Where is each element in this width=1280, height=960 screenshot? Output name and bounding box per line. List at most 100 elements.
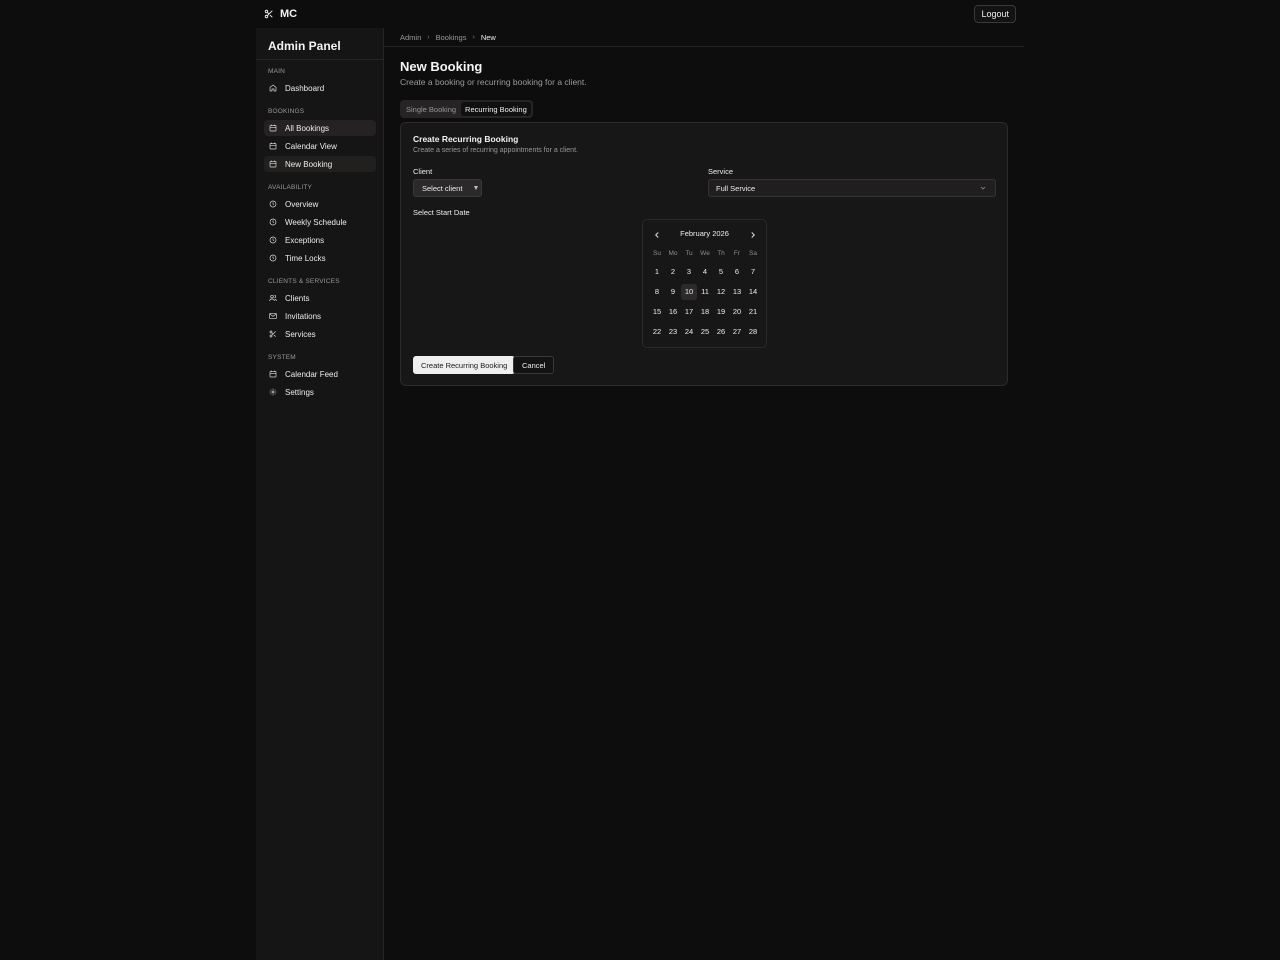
sidebar-item-clients[interactable]: Clients bbox=[264, 290, 376, 306]
sidebar-item-settings[interactable]: Settings bbox=[264, 384, 376, 400]
clock-icon bbox=[269, 200, 277, 208]
sidebar-item-weekly-schedule[interactable]: Weekly Schedule bbox=[264, 214, 376, 230]
logout-button[interactable]: Logout bbox=[974, 5, 1016, 23]
nav-section-main: Main Dashboard bbox=[264, 66, 376, 96]
chevron-right-icon: › bbox=[472, 33, 475, 41]
sidebar-item-label: Weekly Schedule bbox=[285, 217, 347, 227]
weekday-header: Sa bbox=[749, 250, 757, 257]
sidebar-item-label: Exceptions bbox=[285, 235, 325, 245]
calendar-icon bbox=[269, 124, 277, 132]
date-picker: February 2026 Su Mo Tu We Th Fr Sa 1 2 3 4 5 6 7 8 9 10 1… bbox=[642, 219, 767, 348]
caret-down-icon: ▼ bbox=[472, 184, 480, 192]
scissors-icon bbox=[269, 330, 276, 338]
create-recurring-booking-button[interactable]: Create Recurring Booking bbox=[413, 356, 516, 374]
sidebar-item-all-bookings[interactable]: All Bookings bbox=[264, 120, 376, 136]
nav-section-label: Bookings bbox=[268, 108, 305, 115]
sidebar-title: Admin Panel bbox=[268, 39, 341, 53]
scissors-icon bbox=[264, 9, 273, 19]
nav-section-bookings: Bookings All Bookings Calendar View New … bbox=[264, 106, 376, 172]
calendar-day[interactable]: 12 bbox=[713, 284, 729, 300]
client-select[interactable]: Select client ▼ bbox=[413, 179, 482, 197]
calendar-day[interactable]: 6 bbox=[729, 264, 745, 280]
page-subtitle: Create a booking or recurring booking fo… bbox=[400, 77, 587, 87]
clock-icon bbox=[269, 218, 277, 226]
calendar-day[interactable]: 25 bbox=[697, 324, 713, 340]
sidebar-item-new-booking[interactable]: New Booking bbox=[264, 156, 376, 172]
sidebar-item-label: Services bbox=[285, 329, 316, 339]
tab-recurring-booking[interactable]: Recurring Booking bbox=[461, 102, 531, 116]
calendar-day[interactable]: 17 bbox=[681, 304, 697, 320]
home-icon bbox=[269, 84, 277, 92]
breadcrumb-bookings[interactable]: Bookings bbox=[436, 33, 467, 42]
calendar-day[interactable]: 8 bbox=[649, 284, 665, 300]
calendar-day[interactable]: 23 bbox=[665, 324, 681, 340]
sidebar-item-exceptions[interactable]: Exceptions bbox=[264, 232, 376, 248]
calendar-day[interactable]: 2 bbox=[665, 264, 681, 280]
calendar-day[interactable]: 16 bbox=[665, 304, 681, 320]
service-select[interactable]: Full Service bbox=[708, 179, 996, 197]
calendar-day[interactable]: 5 bbox=[713, 264, 729, 280]
users-icon bbox=[269, 294, 277, 302]
breadcrumb-current: New bbox=[480, 32, 496, 42]
sidebar-item-calendar-feed[interactable]: Calendar Feed bbox=[264, 366, 376, 382]
nav-section-label: System bbox=[268, 354, 296, 361]
brand-name: MC bbox=[280, 8, 298, 20]
calendar-grid: Su Mo Tu We Th Fr Sa 1 2 3 4 5 6 7 8 9 10 11 12 13 14 15 16 17 1… bbox=[649, 248, 761, 340]
calendar-day[interactable]: 27 bbox=[729, 324, 745, 340]
sidebar-item-dashboard[interactable]: Dashboard bbox=[264, 80, 376, 96]
recurring-booking-card: Create Recurring Booking Create a series… bbox=[400, 122, 1008, 386]
weekday-header: Tu bbox=[685, 250, 693, 257]
calendar-day[interactable]: 18 bbox=[697, 304, 713, 320]
clock-icon bbox=[269, 236, 277, 244]
calendar-day[interactable]: 24 bbox=[681, 324, 697, 340]
calendar-day[interactable]: 21 bbox=[745, 304, 761, 320]
service-label: Service bbox=[708, 167, 734, 176]
calendar-day-today[interactable]: 10 bbox=[681, 284, 697, 300]
brand[interactable]: MC bbox=[264, 8, 297, 20]
sidebar-item-services[interactable]: Services bbox=[264, 326, 376, 342]
calendar-icon bbox=[269, 160, 277, 168]
calendar-day[interactable]: 26 bbox=[713, 324, 729, 340]
sidebar-item-label: Clients bbox=[285, 293, 310, 303]
sidebar-item-label: Invitations bbox=[285, 311, 322, 321]
calendar-header: February 2026 bbox=[643, 227, 766, 241]
breadcrumb-admin[interactable]: Admin bbox=[400, 33, 421, 42]
main-content: Admin › Bookings › New New Booking Creat… bbox=[384, 28, 1024, 960]
calendar-day[interactable]: 15 bbox=[649, 304, 665, 320]
nav-section-system: System Calendar Feed Settings bbox=[264, 352, 376, 400]
nav-section-availability: Availability Overview Weekly Schedule Ex… bbox=[264, 182, 376, 266]
sidebar-item-time-locks[interactable]: Time Locks bbox=[264, 250, 376, 266]
calendar-day[interactable]: 28 bbox=[745, 324, 761, 340]
sidebar-item-label: Settings bbox=[285, 387, 314, 397]
chevron-right-icon bbox=[751, 232, 755, 238]
calendar-day[interactable]: 14 bbox=[745, 284, 761, 300]
sidebar-item-invitations[interactable]: Invitations bbox=[264, 308, 376, 324]
start-date-label: Select Start Date bbox=[413, 208, 470, 217]
calendar-day[interactable]: 1 bbox=[649, 264, 665, 280]
calendar-day[interactable]: 22 bbox=[649, 324, 665, 340]
mail-icon bbox=[269, 313, 277, 319]
calendar-day[interactable]: 20 bbox=[729, 304, 745, 320]
sidebar-item-label: Time Locks bbox=[285, 253, 326, 263]
calendar-day[interactable]: 4 bbox=[697, 264, 713, 280]
calendar-day[interactable]: 7 bbox=[745, 264, 761, 280]
calendar-day[interactable]: 19 bbox=[713, 304, 729, 320]
chevron-right-icon: › bbox=[427, 33, 430, 41]
chevron-down-icon bbox=[980, 186, 986, 190]
sidebar-item-label: Dashboard bbox=[285, 83, 325, 93]
calendar-day[interactable]: 9 bbox=[665, 284, 681, 300]
calendar-day[interactable]: 13 bbox=[729, 284, 745, 300]
sidebar-item-label: Calendar Feed bbox=[285, 369, 338, 379]
nav-section-label: Clients & Services bbox=[268, 278, 340, 285]
tab-single-booking[interactable]: Single Booking bbox=[402, 102, 460, 116]
next-month-button[interactable] bbox=[748, 229, 758, 239]
breadcrumb: Admin › Bookings › New bbox=[384, 28, 1024, 47]
calendar-day[interactable]: 3 bbox=[681, 264, 697, 280]
calendar-day[interactable]: 11 bbox=[697, 284, 713, 300]
cancel-button[interactable]: Cancel bbox=[513, 356, 555, 374]
service-select-value: Full Service bbox=[716, 183, 756, 193]
sidebar-item-overview[interactable]: Overview bbox=[264, 196, 376, 212]
clock-icon bbox=[269, 254, 277, 262]
sidebar-item-calendar-view[interactable]: Calendar View bbox=[264, 138, 376, 154]
nav-section-label: Main bbox=[268, 68, 286, 75]
